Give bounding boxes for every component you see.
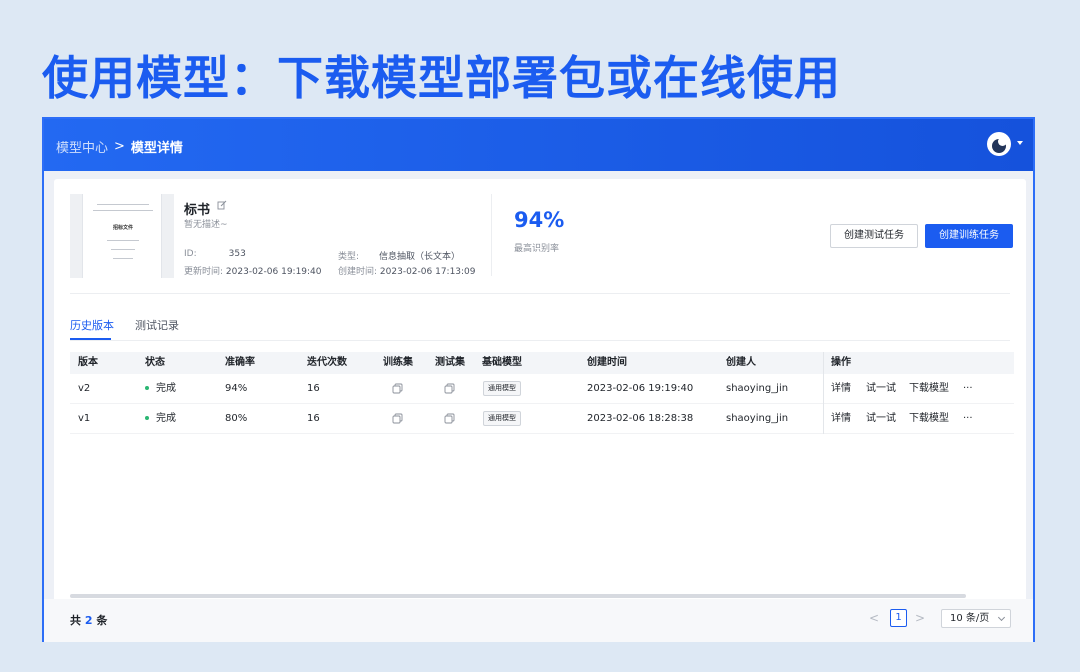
row-accuracy: 80% bbox=[225, 413, 248, 424]
app-window: 模型中心 > 模型详情 招标文件 标书 暂无描述~ ID: 353 更新时间: … bbox=[42, 117, 1035, 642]
tab-history-versions[interactable]: 历史版本 bbox=[70, 317, 114, 333]
test-set-icon[interactable] bbox=[444, 383, 455, 394]
document-preview-heading: 招标文件 bbox=[112, 225, 133, 231]
download-model-link[interactable]: 下载模型 bbox=[909, 374, 949, 404]
test-set-icon[interactable] bbox=[444, 413, 455, 424]
base-model-tag: 通用模型 bbox=[483, 411, 521, 426]
col-version[interactable]: 版本 bbox=[78, 352, 98, 374]
model-created-time: 创建时间: 2023-02-06 17:13:09 bbox=[338, 267, 476, 277]
edit-icon[interactable] bbox=[217, 200, 227, 210]
more-icon[interactable]: ··· bbox=[963, 404, 973, 434]
train-set-icon[interactable] bbox=[392, 383, 403, 394]
operations-column-divider bbox=[823, 352, 824, 434]
row-version: v1 bbox=[78, 413, 91, 424]
row-status: 完成 bbox=[145, 404, 176, 434]
page-1-button[interactable]: 1 bbox=[890, 609, 907, 627]
user-avatar[interactable] bbox=[987, 132, 1011, 156]
col-base-model[interactable]: 基础模型 bbox=[482, 352, 522, 374]
next-page-icon[interactable]: > bbox=[912, 609, 928, 627]
base-model-tag: 通用模型 bbox=[483, 381, 521, 396]
breadcrumb: 模型中心 > 模型详情 bbox=[56, 137, 183, 156]
row-status: 完成 bbox=[145, 374, 176, 404]
row-created-time: 2023-02-06 18:28:38 bbox=[587, 413, 694, 424]
prev-page-icon[interactable]: < bbox=[866, 609, 882, 627]
col-status[interactable]: 状态 bbox=[145, 352, 165, 374]
create-train-task-button[interactable]: 创建训练任务 bbox=[925, 224, 1013, 248]
model-detail-card: 招标文件 标书 暂无描述~ ID: 353 更新时间: 2023-02-06 19… bbox=[54, 179, 1026, 637]
horizontal-scrollbar[interactable] bbox=[70, 594, 966, 598]
tab-test-records[interactable]: 测试记录 bbox=[135, 317, 179, 333]
train-set-icon[interactable] bbox=[392, 413, 403, 424]
model-description: 暂无描述~ bbox=[184, 220, 228, 230]
total-count: 共 2 条 bbox=[70, 614, 108, 627]
col-train-set[interactable]: 训练集 bbox=[383, 352, 413, 374]
active-tab-indicator bbox=[70, 338, 111, 340]
best-accuracy-value: 94% bbox=[514, 208, 565, 232]
model-id: ID: 353 bbox=[184, 249, 246, 259]
col-iterations[interactable]: 迭代次数 bbox=[307, 352, 347, 374]
row-iterations: 16 bbox=[307, 383, 320, 394]
col-accuracy[interactable]: 准确率 bbox=[225, 352, 255, 374]
col-operations: 操作 bbox=[831, 357, 851, 368]
row-accuracy: 94% bbox=[225, 383, 248, 394]
col-creator[interactable]: 创建人 bbox=[726, 352, 756, 374]
document-preview-image: 招标文件 bbox=[82, 194, 162, 278]
row-version: v2 bbox=[78, 383, 91, 394]
row-creator: shaoying_jin bbox=[726, 383, 789, 394]
details-link[interactable]: 详情 bbox=[831, 374, 851, 404]
row-creator: shaoying_jin bbox=[726, 413, 789, 424]
header-divider bbox=[491, 194, 492, 276]
model-updated-time: 更新时间: 2023-02-06 19:19:40 bbox=[184, 267, 322, 277]
row-created-time: 2023-02-06 19:19:40 bbox=[587, 383, 694, 394]
caret-down-icon[interactable] bbox=[1017, 141, 1023, 145]
table-row: v2 完成 94% 16 通用模型 2023-02-06 19:19:40 sh… bbox=[70, 374, 1014, 404]
more-icon[interactable]: ··· bbox=[963, 374, 973, 404]
pagination-footer: 共 2 条 < 1 > 10 条/页 bbox=[44, 599, 1033, 642]
best-accuracy-label: 最高识别率 bbox=[514, 244, 560, 254]
table-row: v1 完成 80% 16 通用模型 2023-02-06 18:28:38 sh… bbox=[70, 404, 1014, 434]
create-test-task-button[interactable]: 创建测试任务 bbox=[830, 224, 918, 248]
model-name: 标书 bbox=[184, 203, 211, 218]
page-size-select[interactable]: 10 条/页 bbox=[941, 609, 1011, 628]
top-navigation-bar: 模型中心 > 模型详情 bbox=[44, 119, 1033, 171]
status-dot-icon bbox=[145, 416, 149, 420]
model-thumbnail: 招标文件 bbox=[70, 194, 174, 278]
breadcrumb-separator: > bbox=[114, 139, 125, 154]
try-it-link[interactable]: 试一试 bbox=[866, 404, 896, 434]
slide-title: 使用模型：下载模型部署包或在线使用 bbox=[42, 51, 841, 105]
details-link[interactable]: 详情 bbox=[831, 404, 851, 434]
col-test-set[interactable]: 测试集 bbox=[435, 352, 465, 374]
versions-table: 版本 状态 准确率 迭代次数 训练集 测试集 基础模型 创建时间 创建人 操作 … bbox=[70, 352, 1014, 434]
status-dot-icon bbox=[145, 386, 149, 390]
col-created-time[interactable]: 创建时间 bbox=[587, 352, 627, 374]
section-divider bbox=[70, 293, 1010, 294]
detail-tabs: 历史版本 测试记录 bbox=[70, 317, 1010, 341]
table-header: 版本 状态 准确率 迭代次数 训练集 测试集 基础模型 创建时间 创建人 操作 bbox=[70, 352, 1014, 374]
download-model-link[interactable]: 下载模型 bbox=[909, 404, 949, 434]
try-it-link[interactable]: 试一试 bbox=[866, 374, 896, 404]
breadcrumb-model-detail: 模型详情 bbox=[130, 141, 183, 156]
chevron-down-icon bbox=[997, 613, 1006, 622]
breadcrumb-model-center[interactable]: 模型中心 bbox=[56, 137, 108, 156]
row-iterations: 16 bbox=[307, 413, 320, 424]
model-type: 类型: 信息抽取（长文本） bbox=[338, 252, 461, 262]
